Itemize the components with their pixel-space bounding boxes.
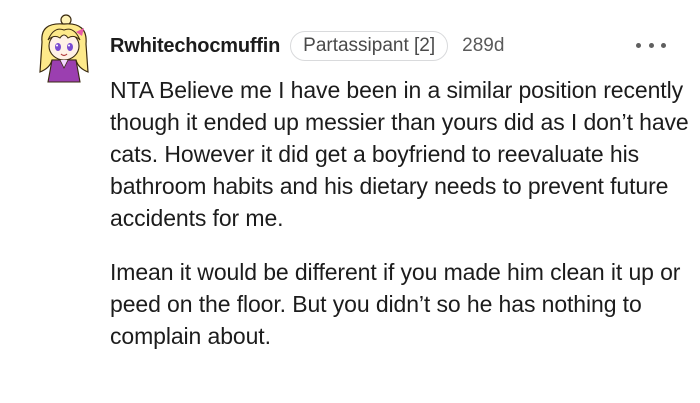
comment-paragraph: NTA Believe me I have been in a similar … <box>110 77 689 231</box>
more-dot <box>648 42 654 48</box>
comment-body: NTA Believe me I have been in a similar … <box>110 74 690 374</box>
comment-age[interactable]: 289d <box>462 35 504 57</box>
more-options-icon[interactable] <box>636 36 666 54</box>
more-dot <box>636 42 641 48</box>
user-flair: Partassipant [2] <box>290 31 449 61</box>
comment: Rwhitechocmuffin Partassipant [2] 289d N… <box>0 0 700 403</box>
more-dot <box>661 42 666 48</box>
comment-header: Rwhitechocmuffin Partassipant [2] 289d <box>110 30 504 62</box>
username-link[interactable]: Rwhitechocmuffin <box>110 35 280 58</box>
avatar-icon[interactable] <box>32 12 96 84</box>
comment-paragraph: Imean it would be different if you made … <box>110 259 681 349</box>
